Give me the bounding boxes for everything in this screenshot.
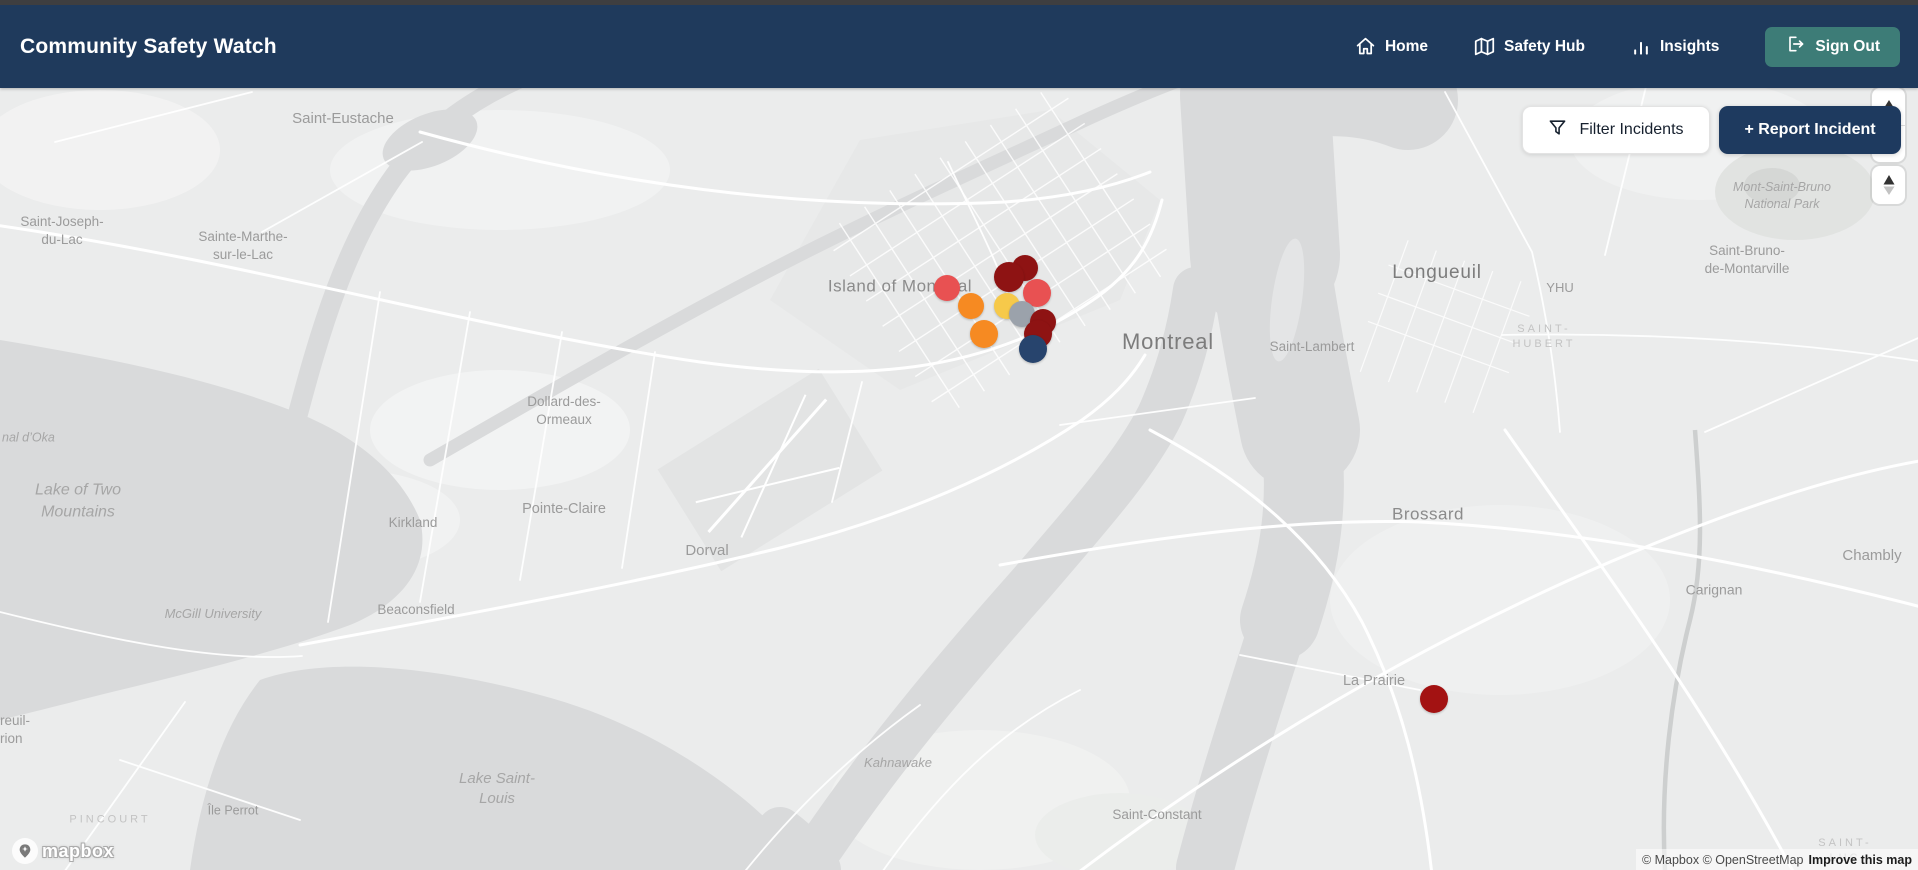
mapbox-pin-icon [12,838,38,864]
nav-item-insights[interactable]: Insights [1631,37,1719,57]
sign-out-button[interactable]: Sign Out [1765,26,1900,67]
nav-item-home[interactable]: Home [1355,36,1428,57]
filter-incidents-button[interactable]: Filter Incidents [1522,106,1710,154]
mapbox-logo[interactable]: mapbox [12,838,114,864]
app-header: Community Safety Watch Home Safety Hub I… [0,5,1918,88]
report-incident-button[interactable]: + Report Incident [1719,106,1901,154]
sign-out-icon [1785,34,1805,59]
nav-item-label: Insights [1660,37,1720,55]
incident-marker-orange[interactable] [970,320,998,348]
mapbox-wordmark: mapbox [42,840,115,861]
browser-chrome-strip [0,0,1918,5]
incident-marker-orange[interactable] [958,293,984,319]
bar-chart-icon [1631,37,1651,57]
nav-item-label: Home [1384,37,1429,55]
incident-marker-coral[interactable] [934,275,960,301]
incident-marker-dark_red[interactable] [994,262,1024,292]
map-icon [1474,36,1495,57]
sign-out-label: Sign Out [1815,37,1880,55]
filter-incidents-label: Filter Incidents [1579,121,1684,138]
nav-item-label: Safety Hub [1504,37,1585,55]
improve-map-link[interactable]: Improve this map [1809,853,1913,867]
nav-item-safety-hub[interactable]: Safety Hub [1474,36,1585,57]
app-title: Community Safety Watch [20,34,277,58]
attribution-links[interactable]: © Mapbox © OpenStreetMap [1642,853,1804,867]
funnel-icon [1548,118,1567,142]
incident-marker-red[interactable] [1420,685,1448,713]
home-icon [1355,36,1376,57]
incident-marker-navy[interactable] [1019,335,1047,363]
map-attribution: © Mapbox © OpenStreetMap Improve this ma… [1635,849,1918,870]
compass-icon[interactable] [1872,166,1905,204]
map-canvas[interactable]: Filter Incidents + Report Incident [0,88,1918,870]
basemap-tiles [0,88,1918,870]
map-compass-control[interactable] [1872,166,1905,204]
main-nav: Home Safety Hub Insights Sign Out [1355,26,1900,67]
